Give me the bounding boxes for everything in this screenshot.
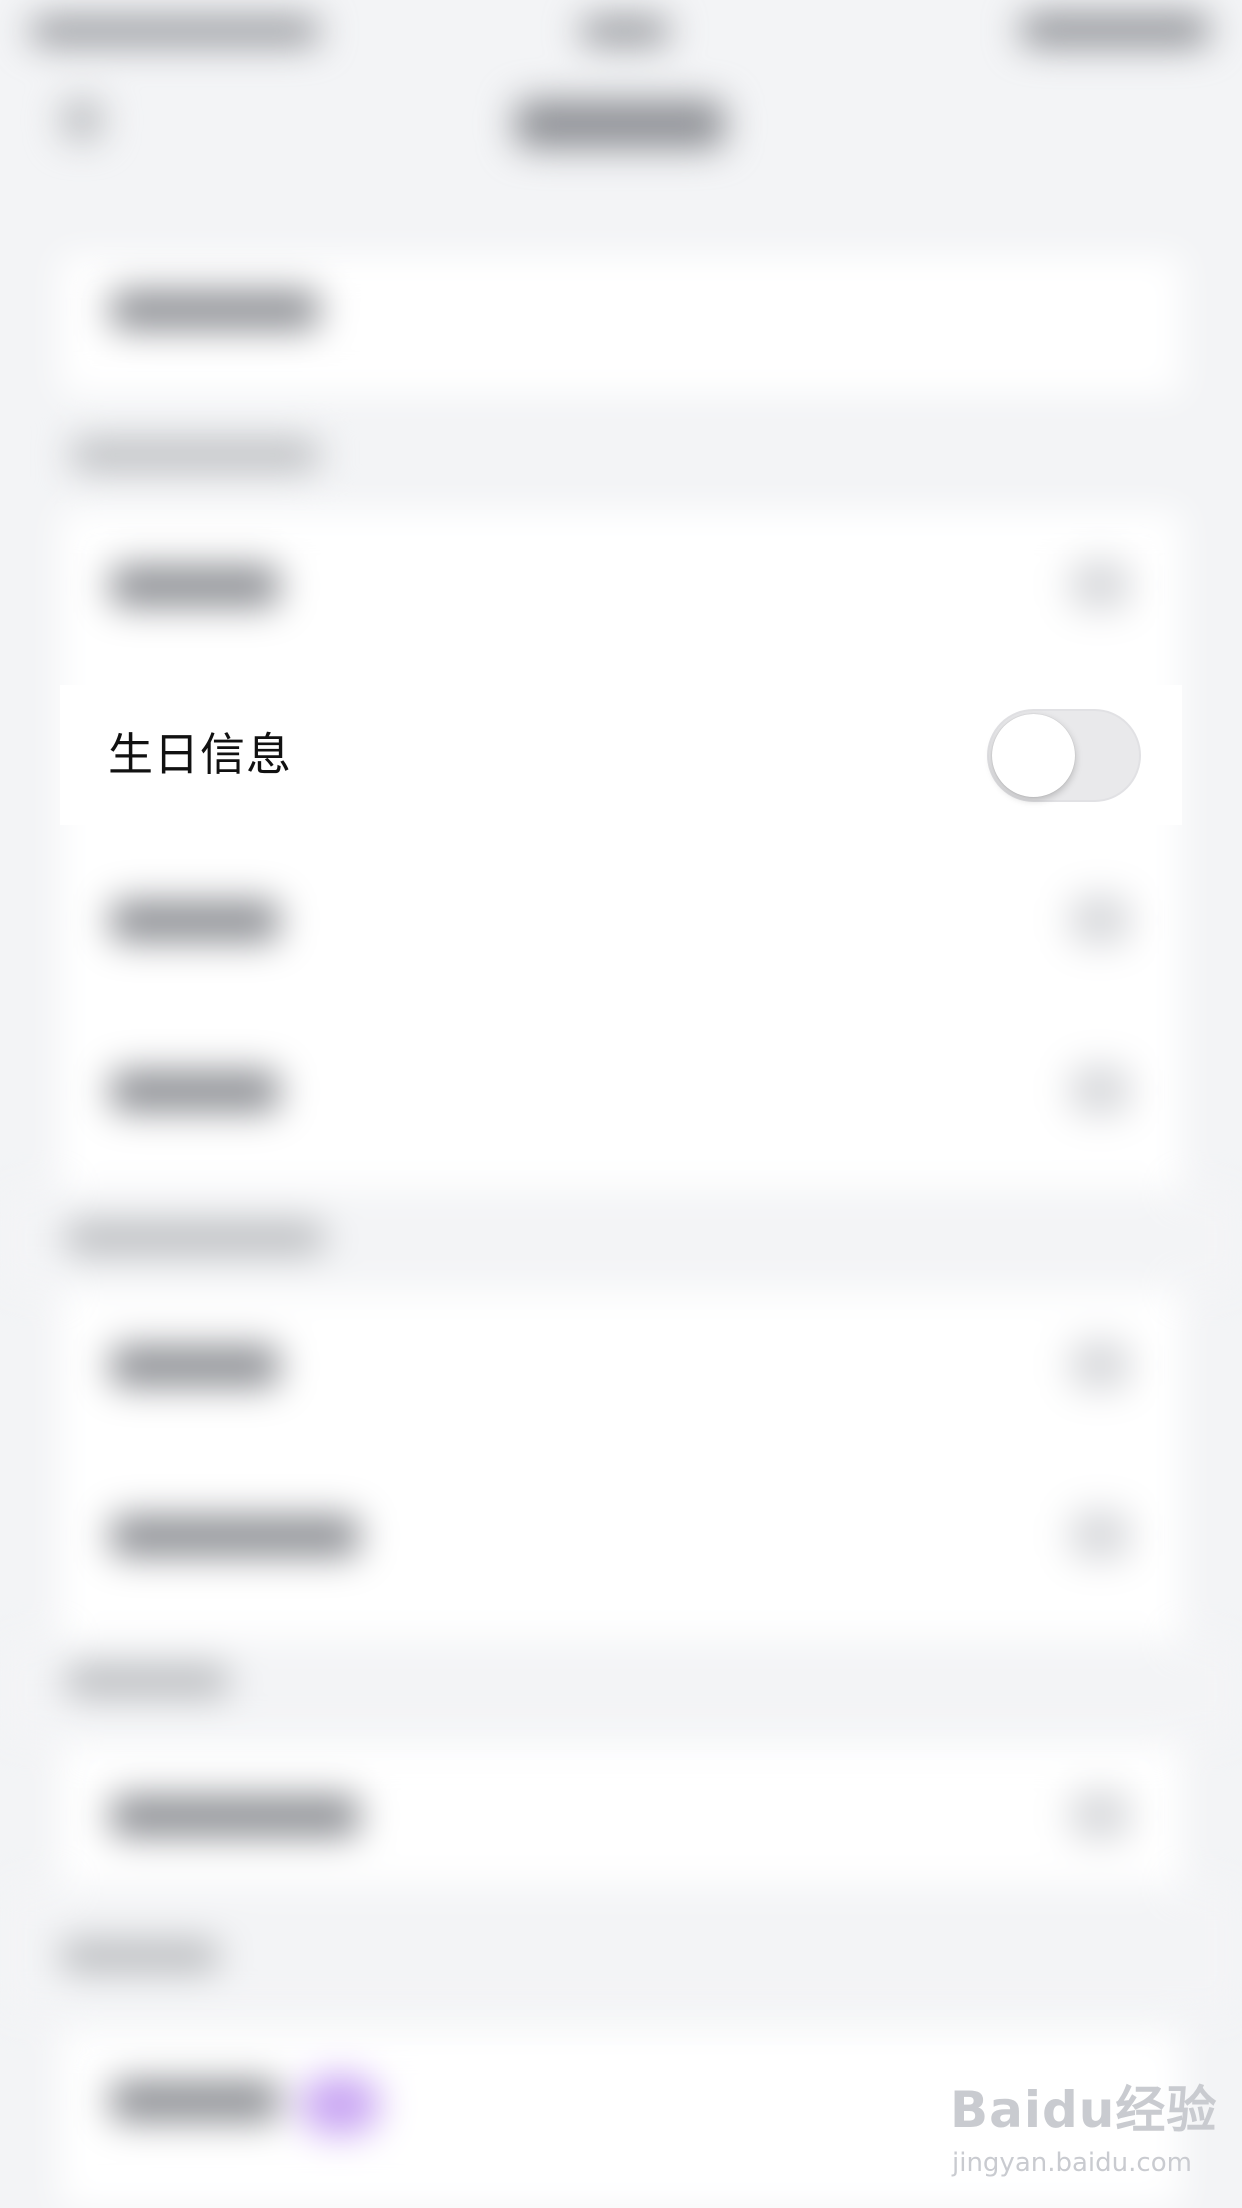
row-9-badge [300, 2075, 380, 2135]
row-7-chevron [1070, 1510, 1130, 1560]
section-header-1 [70, 440, 320, 470]
status-bar-right [1020, 14, 1210, 46]
baidu-jingyan-watermark: Baidu经验 jingyan.baidu.com [950, 2080, 1216, 2190]
status-bar-time [580, 18, 670, 44]
page-title [515, 100, 725, 148]
row-1-label [110, 290, 320, 330]
row-8-chevron [1070, 1790, 1130, 1840]
row-4-label [110, 900, 280, 942]
section-header-2 [65, 1222, 325, 1254]
watermark-logo: Baidu经验 [950, 2081, 1218, 2139]
row-7-label [110, 1515, 360, 1557]
row-2-chevron [1070, 560, 1130, 610]
section-header-3 [65, 1665, 230, 1697]
row-6-chevron [1070, 1340, 1130, 1390]
row-2-label [110, 565, 280, 607]
screen: 生日信息 Baidu经验 jingyan.baidu.com [0, 0, 1242, 2208]
blurred-background [0, 0, 1242, 2208]
back-icon[interactable] [62, 100, 102, 140]
toggle-knob[interactable] [992, 714, 1075, 797]
birthday-info-toggle[interactable] [987, 709, 1141, 802]
birthday-info-row: 生日信息 [60, 685, 1182, 825]
birthday-info-label: 生日信息 [108, 728, 293, 781]
row-9-label [110, 2080, 280, 2122]
section-header-4 [60, 1940, 220, 1972]
row-8-label [110, 1795, 360, 1837]
row-6-label [110, 1345, 280, 1387]
row-4-chevron [1070, 895, 1130, 945]
status-bar-left [30, 18, 320, 44]
watermark-url: jingyan.baidu.com [952, 2148, 1192, 2178]
row-5-chevron [1070, 1065, 1130, 1115]
row-5-label [110, 1070, 280, 1112]
